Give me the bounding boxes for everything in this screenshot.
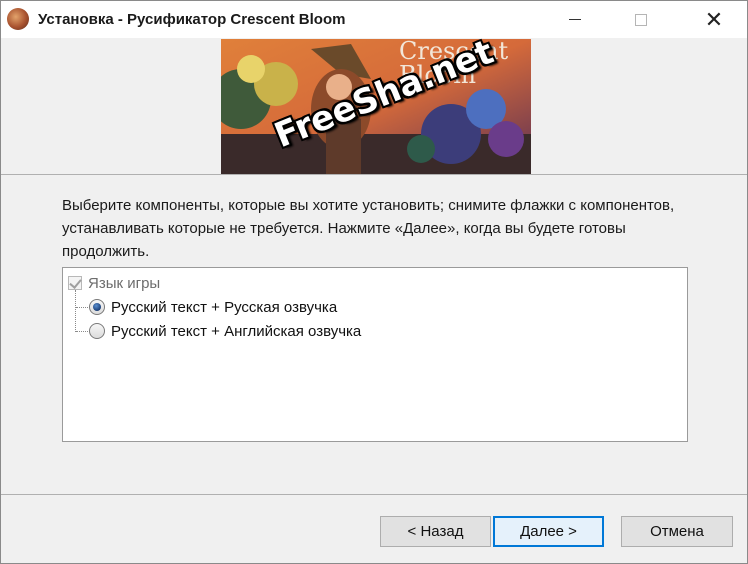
back-button[interactable]: < Назад — [380, 516, 491, 547]
tree-connector-branch — [76, 307, 88, 308]
component-option-eng-voice[interactable]: Русский текст + Английская озвучка — [89, 320, 361, 342]
tree-connector-vertical — [75, 290, 77, 332]
minimize-icon — [569, 19, 581, 20]
close-button[interactable]: ✕ — [691, 1, 737, 38]
installer-window: Установка - Русификатор Crescent Bloom ✕ — [0, 0, 748, 564]
components-tree[interactable]: Язык игры Русский текст + Русская озвучк… — [62, 267, 688, 442]
tree-root-label: Язык игры — [88, 274, 161, 292]
next-button[interactable]: Далее > — [493, 516, 604, 547]
footer-divider — [1, 494, 747, 495]
radio-unselected-icon[interactable] — [89, 323, 105, 339]
maximize-button[interactable] — [618, 1, 664, 38]
title-bar[interactable]: Установка - Русификатор Crescent Bloom ✕ — [1, 1, 747, 38]
component-option-rus-voice[interactable]: Русский текст + Русская озвучка — [89, 296, 337, 318]
maximize-icon — [635, 13, 647, 26]
close-icon: ✕ — [704, 6, 724, 32]
tree-root-item: Язык игры — [67, 272, 160, 294]
radio-selected-icon[interactable] — [89, 299, 105, 315]
minimize-button[interactable] — [552, 1, 598, 38]
cancel-button[interactable]: Отмена — [621, 516, 733, 547]
window-title: Установка - Русификатор Crescent Bloom — [38, 11, 346, 28]
checkbox-icon — [68, 276, 82, 290]
app-icon — [7, 8, 29, 30]
tree-connector-branch — [76, 331, 88, 332]
option-label: Русский текст + Английская озвучка — [111, 322, 362, 340]
option-label: Русский текст + Русская озвучка — [111, 298, 338, 316]
instructions-text: Выберите компоненты, которые вы хотите у… — [62, 197, 675, 260]
